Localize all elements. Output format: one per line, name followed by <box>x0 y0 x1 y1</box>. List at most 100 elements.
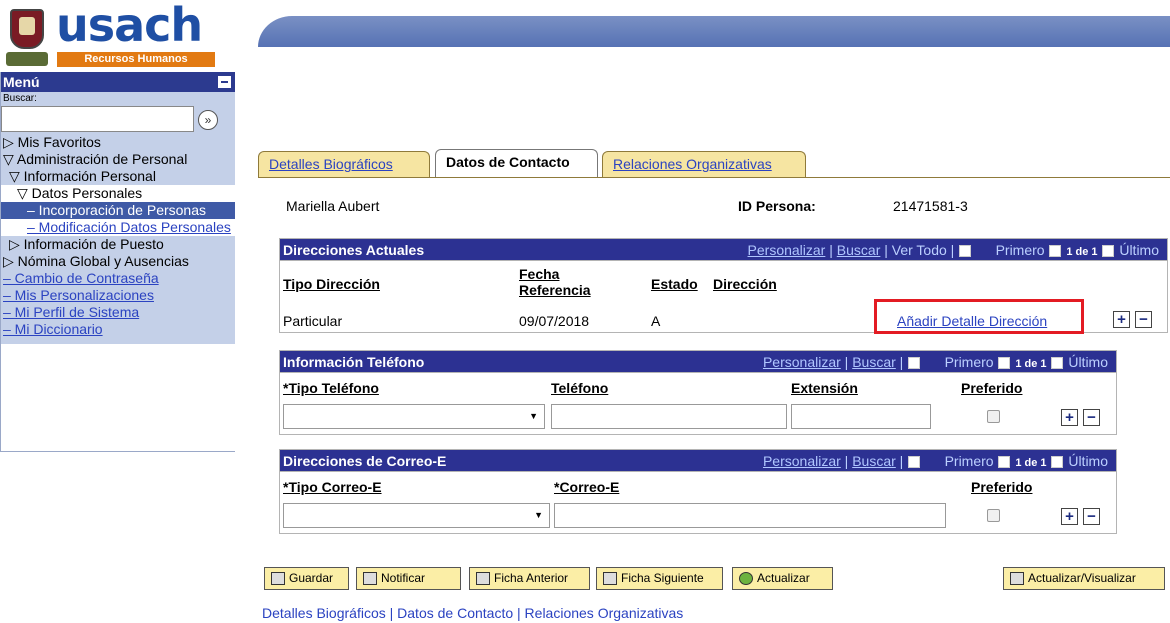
menu-item-diccionario[interactable]: – Mi Diccionario <box>1 321 235 338</box>
menu-link-diccionario[interactable]: – Mi Diccionario <box>3 321 103 337</box>
add-address-detail-link[interactable]: Añadir Detalle Dirección <box>897 313 1047 329</box>
refresh-button[interactable]: Actualizar <box>732 567 833 590</box>
col-tipo-telefono[interactable]: *Tipo Teléfono <box>283 380 379 396</box>
emails-primero-label: Primero <box>944 453 994 469</box>
tab-relaciones-organizativas[interactable]: Relaciones Organizativas <box>602 151 806 177</box>
logo-tagline: Recursos Humanos <box>57 52 215 67</box>
footer-link-contacto[interactable]: Datos de Contacto <box>397 605 513 621</box>
previous-label: Ficha Anterior <box>494 571 569 585</box>
notify-button[interactable]: Notificar <box>356 567 461 590</box>
menu-item-puesto[interactable]: ▷ Información de Puesto <box>1 236 235 253</box>
phones-title: Información Teléfono <box>283 354 425 370</box>
refresh-label: Actualizar <box>757 571 810 585</box>
col-extension[interactable]: Extensión <box>791 380 858 396</box>
id-label: ID Persona: <box>738 198 816 214</box>
tab-detalles-biograficos[interactable]: Detalles Biográficos <box>258 151 430 177</box>
next-page-icon <box>603 572 617 585</box>
delete-row-icon[interactable]: − <box>1135 311 1152 328</box>
col-telefono[interactable]: Teléfono <box>551 380 608 396</box>
menu-link-contrasena[interactable]: – Cambio de Contraseña <box>3 270 159 286</box>
next-icon[interactable] <box>1102 245 1115 258</box>
row-estado: A <box>651 313 661 329</box>
emails-next-icon[interactable] <box>1051 456 1064 469</box>
menu-title: Menú <box>3 74 40 90</box>
col-tipo-correo[interactable]: *Tipo Correo-E <box>283 479 382 495</box>
menu-item-perfil[interactable]: – Mi Perfil de Sistema <box>1 304 235 321</box>
col-direccion[interactable]: Dirección <box>713 276 777 292</box>
phone-delete-icon[interactable]: − <box>1083 409 1100 426</box>
ultimo-label: Último <box>1119 242 1159 258</box>
tab-divider <box>258 177 1170 178</box>
phone-type-select[interactable] <box>283 404 545 429</box>
col-estado[interactable]: Estado <box>651 276 698 292</box>
email-delete-icon[interactable]: − <box>1083 508 1100 525</box>
next-label: Ficha Siguiente <box>621 571 704 585</box>
tab-detalles-link[interactable]: Detalles Biográficos <box>269 156 393 172</box>
menu-item-nomina[interactable]: ▷ Nómina Global y Ausencias <box>1 253 235 270</box>
col-preferido[interactable]: Preferido <box>961 380 1022 396</box>
menu-link-perfil[interactable]: – Mi Perfil de Sistema <box>3 304 139 320</box>
phone-add-icon[interactable]: + <box>1061 409 1078 426</box>
primero-label: Primero <box>995 242 1045 258</box>
search-label: Buscar: <box>3 93 37 104</box>
menu-search-input[interactable] <box>1 106 194 132</box>
notify-label: Notificar <box>381 571 426 585</box>
menu-item-favoritos[interactable]: ▷ Mis Favoritos <box>1 134 235 151</box>
menu-item-modificacion[interactable]: – Modificación Datos Personales <box>1 219 235 236</box>
phones-personalizar-link[interactable]: Personalizar <box>763 354 841 370</box>
emails-personalizar-link[interactable]: Personalizar <box>763 453 841 469</box>
footer-link-relaciones[interactable]: Relaciones Organizativas <box>525 605 684 621</box>
phones-prev-icon[interactable] <box>998 357 1011 370</box>
menu-item-incorporacion[interactable]: – Incorporación de Personas <box>1 202 235 219</box>
phones-grid-view-icon[interactable] <box>908 357 921 370</box>
prev-icon[interactable] <box>1049 245 1062 258</box>
email-input[interactable] <box>554 503 946 528</box>
personalizar-link[interactable]: Personalizar <box>748 242 826 258</box>
previous-icon <box>476 572 490 585</box>
footer-links: Detalles Biográficos | Datos de Contacto… <box>262 605 683 621</box>
tab-relaciones-link[interactable]: Relaciones Organizativas <box>613 156 772 172</box>
phone-extension-input[interactable] <box>791 404 931 429</box>
col-email-preferido[interactable]: Preferido <box>971 479 1032 495</box>
footer-link-detalles[interactable]: Detalles Biográficos <box>262 605 386 621</box>
col-fecha-referencia[interactable]: Fecha Referencia <box>519 266 609 298</box>
phone-number-input[interactable] <box>551 404 787 429</box>
add-address-link-wrap[interactable]: Añadir Detalle Dirección <box>897 313 1047 329</box>
next-button[interactable]: Ficha Siguiente <box>596 567 723 590</box>
grid-view-icon[interactable] <box>959 245 972 258</box>
search-go-icon[interactable]: » <box>198 110 218 130</box>
email-preferred-checkbox[interactable] <box>987 509 1000 522</box>
add-row-icon[interactable]: + <box>1113 311 1130 328</box>
menu-item-contrasena[interactable]: – Cambio de Contraseña <box>1 270 235 287</box>
phones-buscar-link[interactable]: Buscar <box>852 354 896 370</box>
ver-todo: Ver Todo <box>891 242 947 258</box>
logo-wordmark: usach <box>56 0 203 52</box>
emails-grid-view-icon[interactable] <box>908 456 921 469</box>
update-view-button[interactable]: Actualizar/Visualizar <box>1003 567 1165 590</box>
id-value: 21471581-3 <box>893 198 968 214</box>
phones-ultimo-label: Último <box>1068 354 1108 370</box>
email-type-select[interactable] <box>283 503 550 528</box>
phones-next-icon[interactable] <box>1051 357 1064 370</box>
col-tipo-direccion[interactable]: Tipo Dirección <box>283 276 380 292</box>
menu-link-personalizaciones[interactable]: – Mis Personalizaciones <box>3 287 154 303</box>
col-correo[interactable]: *Correo-E <box>554 479 619 495</box>
previous-button[interactable]: Ficha Anterior <box>469 567 590 590</box>
emails-prev-icon[interactable] <box>998 456 1011 469</box>
menu-item-datos-personales[interactable]: ▽ Datos Personales <box>1 185 235 202</box>
person-name: Mariella Aubert <box>286 198 380 214</box>
addresses-header: Direcciones Actuales Personalizar | Busc… <box>279 238 1168 261</box>
phone-preferred-checkbox[interactable] <box>987 410 1000 423</box>
buscar-link[interactable]: Buscar <box>837 242 881 258</box>
save-label: Guardar <box>289 571 334 585</box>
menu-item-administracion[interactable]: ▽ Administración de Personal <box>1 151 235 168</box>
save-button[interactable]: Guardar <box>264 567 349 590</box>
update-view-label: Actualizar/Visualizar <box>1028 571 1136 585</box>
emails-buscar-link[interactable]: Buscar <box>852 453 896 469</box>
menu-item-personalizaciones[interactable]: – Mis Personalizaciones <box>1 287 235 304</box>
menu-link-modificacion[interactable]: – Modificación Datos Personales <box>27 219 231 235</box>
menu-item-informacion-personal[interactable]: ▽ Información Personal <box>1 168 235 185</box>
email-add-icon[interactable]: + <box>1061 508 1078 525</box>
tab-datos-contacto[interactable]: Datos de Contacto <box>435 149 598 177</box>
collapse-icon[interactable] <box>218 76 231 88</box>
